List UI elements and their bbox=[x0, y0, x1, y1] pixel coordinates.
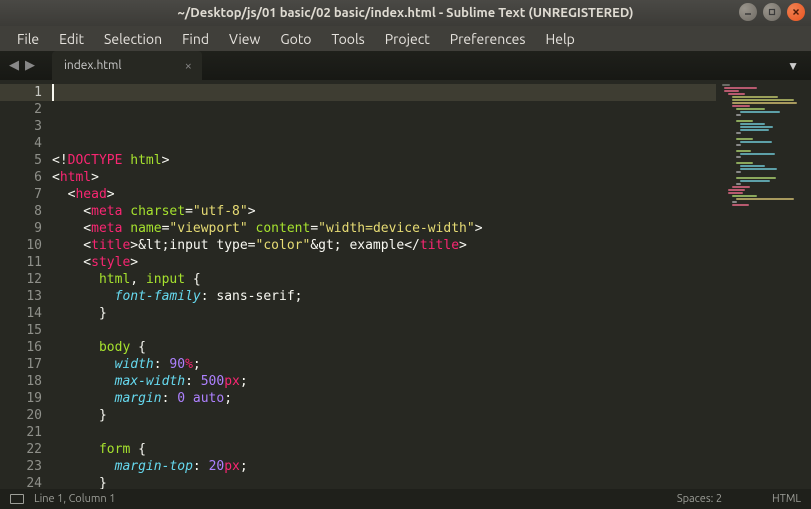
tab-bar: ◀ ▶ index.html × ▼ bbox=[0, 51, 811, 80]
line-number: 5 bbox=[0, 152, 42, 169]
code-content: <!DOCTYPE html> <html> <head> <meta char… bbox=[52, 135, 716, 489]
line-number: 15 bbox=[0, 322, 42, 339]
tab-overflow-icon[interactable]: ▼ bbox=[775, 59, 811, 73]
nav-arrows: ◀ ▶ bbox=[0, 58, 44, 74]
line-number: 21 bbox=[0, 424, 42, 441]
menu-file[interactable]: File bbox=[8, 29, 48, 49]
code-editor[interactable]: <!DOCTYPE html> <html> <head> <meta char… bbox=[52, 80, 716, 489]
tab-label: index.html bbox=[64, 59, 122, 72]
line-number: 20 bbox=[0, 407, 42, 424]
line-number: 19 bbox=[0, 390, 42, 407]
text-cursor bbox=[52, 84, 54, 101]
line-number: 2 bbox=[0, 101, 42, 118]
line-number: 10 bbox=[0, 237, 42, 254]
tab-close-icon[interactable]: × bbox=[185, 59, 192, 73]
menu-help[interactable]: Help bbox=[536, 29, 583, 49]
line-number: 18 bbox=[0, 373, 42, 390]
line-number: 8 bbox=[0, 203, 42, 220]
tab-index-html[interactable]: index.html × bbox=[52, 51, 202, 80]
forward-icon[interactable]: ▶ bbox=[22, 58, 38, 74]
line-number: 3 bbox=[0, 118, 42, 135]
titlebar[interactable]: ~/Desktop/js/01 basic/02 basic/index.htm… bbox=[0, 0, 811, 26]
minimize-button[interactable] bbox=[739, 3, 757, 21]
sublime-window: ~/Desktop/js/01 basic/02 basic/index.htm… bbox=[0, 0, 811, 509]
menu-preferences[interactable]: Preferences bbox=[441, 29, 535, 49]
syntax-indicator[interactable]: HTML bbox=[772, 493, 801, 505]
line-number: 12 bbox=[0, 271, 42, 288]
editor-area: 1 2 3 4 5 6 7 8 9 10 11 12 13 14 15 16 1… bbox=[0, 80, 811, 489]
line-number-gutter[interactable]: 1 2 3 4 5 6 7 8 9 10 11 12 13 14 15 16 1… bbox=[0, 80, 52, 489]
line-number: 24 bbox=[0, 475, 42, 489]
line-number: 17 bbox=[0, 356, 42, 373]
panel-switcher-icon[interactable] bbox=[10, 494, 24, 504]
line-number: 22 bbox=[0, 441, 42, 458]
window-controls bbox=[739, 3, 805, 21]
line-number: 14 bbox=[0, 305, 42, 322]
close-button[interactable] bbox=[787, 3, 805, 21]
line-number: 13 bbox=[0, 288, 42, 305]
line-number: 6 bbox=[0, 169, 42, 186]
menu-project[interactable]: Project bbox=[376, 29, 439, 49]
line-number: 16 bbox=[0, 339, 42, 356]
line-number: 11 bbox=[0, 254, 42, 271]
current-line-highlight bbox=[52, 84, 716, 101]
menu-selection[interactable]: Selection bbox=[95, 29, 171, 49]
minimap[interactable] bbox=[716, 80, 811, 489]
window-title: ~/Desktop/js/01 basic/02 basic/index.htm… bbox=[0, 6, 811, 20]
line-number: 9 bbox=[0, 220, 42, 237]
menu-edit[interactable]: Edit bbox=[50, 29, 93, 49]
indentation-indicator[interactable]: Spaces: 2 bbox=[677, 493, 722, 505]
back-icon[interactable]: ◀ bbox=[6, 58, 22, 74]
line-number: 23 bbox=[0, 458, 42, 475]
line-number: 1 bbox=[0, 84, 52, 101]
menu-tools[interactable]: Tools bbox=[323, 29, 374, 49]
menu-goto[interactable]: Goto bbox=[271, 29, 320, 49]
menu-find[interactable]: Find bbox=[173, 29, 218, 49]
line-number: 7 bbox=[0, 186, 42, 203]
menubar: File Edit Selection Find View Goto Tools… bbox=[0, 26, 811, 51]
menu-view[interactable]: View bbox=[220, 29, 269, 49]
line-number: 4 bbox=[0, 135, 42, 152]
maximize-button[interactable] bbox=[763, 3, 781, 21]
cursor-position: Line 1, Column 1 bbox=[34, 493, 115, 505]
statusbar: Line 1, Column 1 Spaces: 2 HTML bbox=[0, 489, 811, 509]
